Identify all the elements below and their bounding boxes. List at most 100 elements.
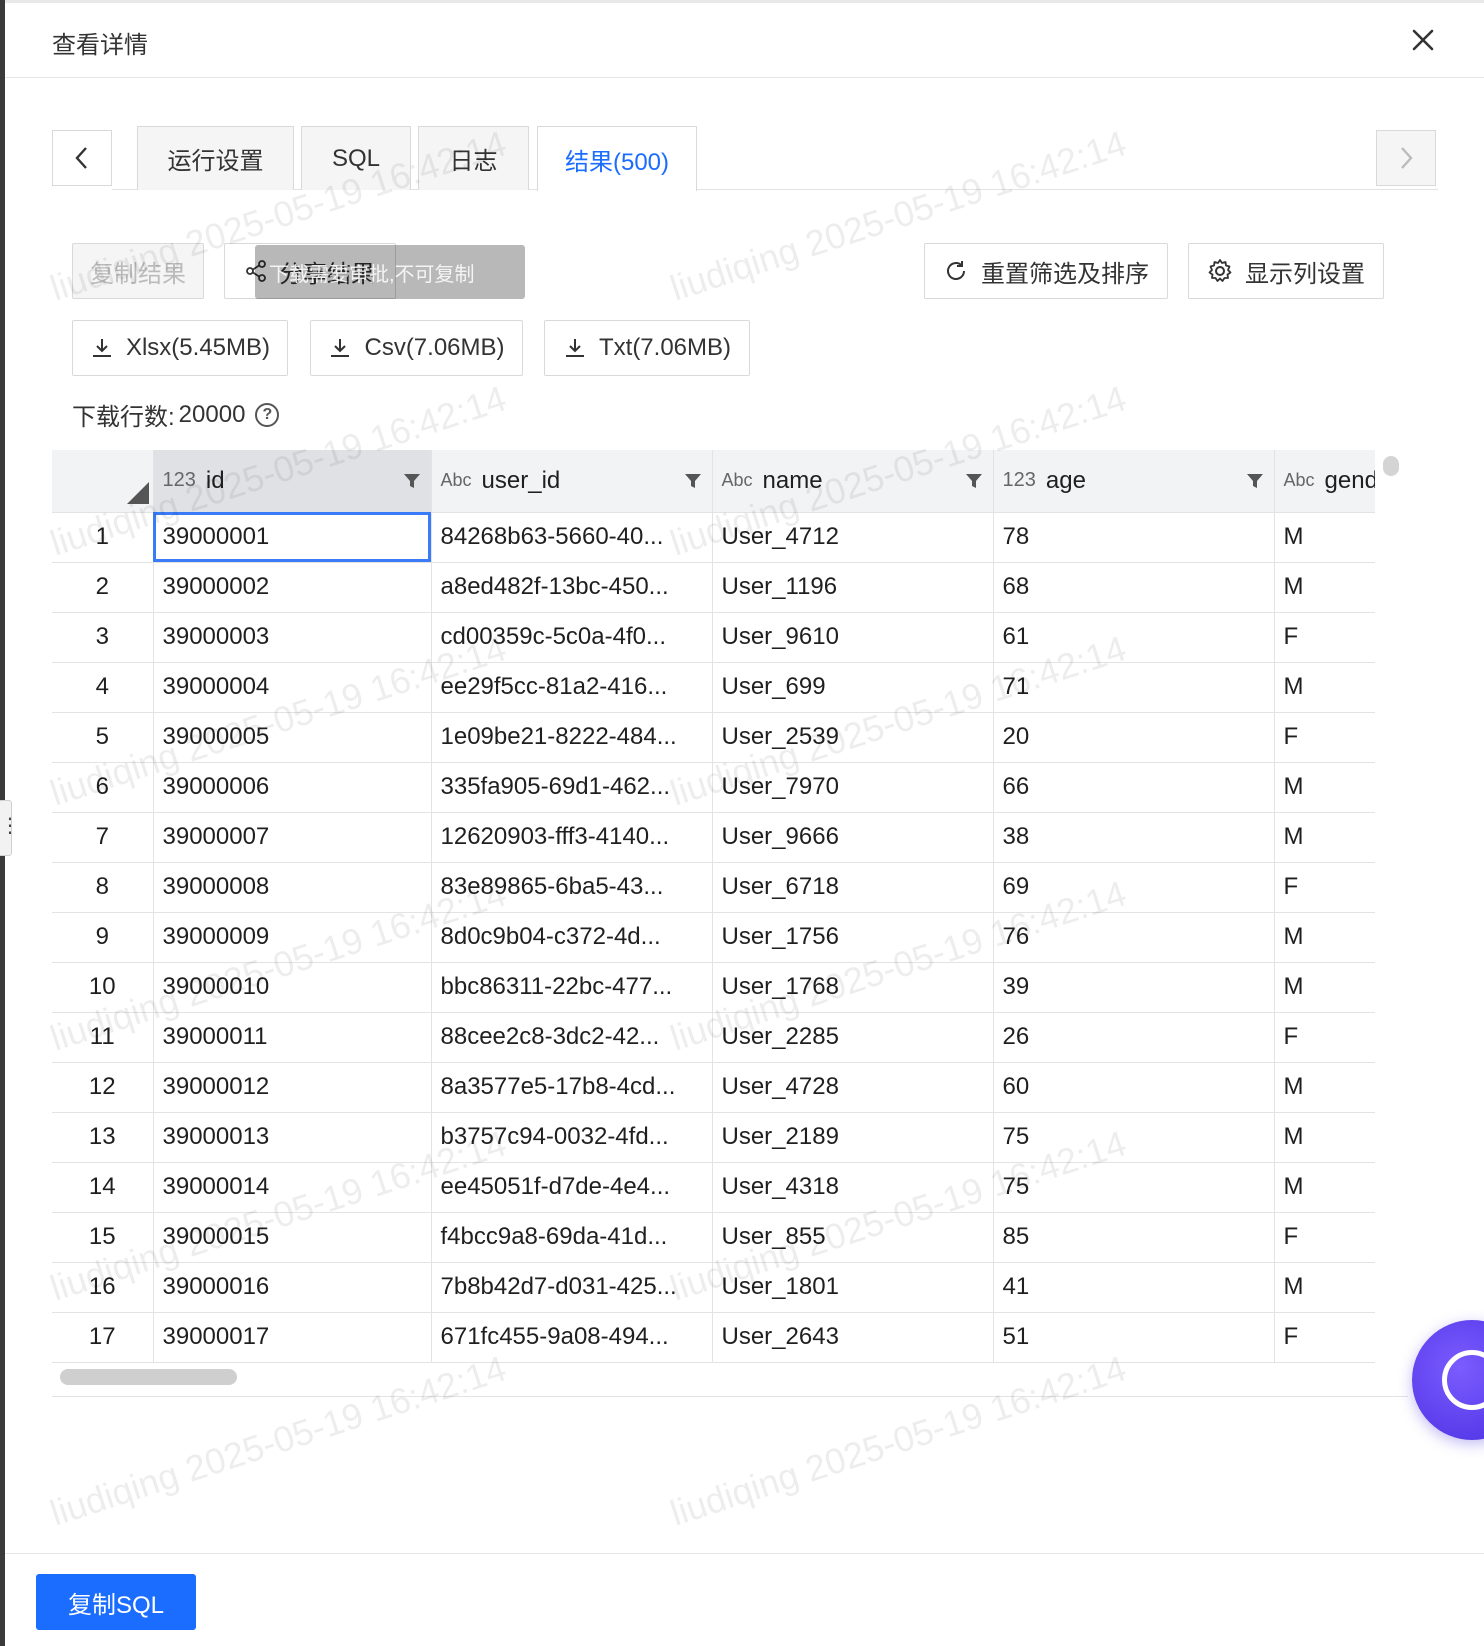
table-cell[interactable]: 39000005 bbox=[153, 712, 432, 763]
table-cell[interactable]: 76 bbox=[993, 912, 1275, 963]
table-cell[interactable]: 39000012 bbox=[153, 1062, 432, 1113]
table-cell[interactable]: User_2539 bbox=[712, 712, 994, 763]
table-row[interactable]: 13 39000013 b3757c94-0032-4fd... User_2189 7… bbox=[52, 1112, 1375, 1163]
table-row[interactable]: 14 39000014 ee45051f-d7de-4e4... User_4318 7… bbox=[52, 1162, 1375, 1213]
table-cell[interactable]: bbc86311-22bc-477... bbox=[431, 962, 713, 1013]
table-cell[interactable]: M bbox=[1274, 1112, 1375, 1163]
filter-icon[interactable] bbox=[683, 471, 703, 491]
table-cell[interactable]: User_9666 bbox=[712, 812, 994, 863]
table-cell[interactable]: 8a3577e5-17b8-4cd... bbox=[431, 1062, 713, 1113]
table-row[interactable]: 8 39000008 83e89865-6ba5-43... User_6718 69 F bbox=[52, 862, 1375, 913]
table-cell[interactable]: 39000014 bbox=[153, 1162, 432, 1213]
table-cell[interactable]: F bbox=[1274, 1312, 1375, 1363]
table-cell[interactable]: 66 bbox=[993, 762, 1275, 813]
table-cell[interactable]: 39000015 bbox=[153, 1212, 432, 1263]
filter-icon[interactable] bbox=[1245, 471, 1265, 491]
table-cell[interactable]: 61 bbox=[993, 612, 1275, 663]
table-cell[interactable]: 75 bbox=[993, 1112, 1275, 1163]
table-cell[interactable]: 39000004 bbox=[153, 662, 432, 713]
table-row[interactable]: 1 39000001 84268b63-5660-40... User_4712 78 M bbox=[52, 512, 1375, 563]
table-cell[interactable]: User_2643 bbox=[712, 1312, 994, 1363]
table-cell[interactable]: 8d0c9b04-c372-4d... bbox=[431, 912, 713, 963]
table-row[interactable]: 5 39000005 1e09be21-8222-484... User_2539 20… bbox=[52, 712, 1375, 763]
table-cell[interactable]: M bbox=[1274, 962, 1375, 1013]
table-cell[interactable]: 12620903-fff3-4140... bbox=[431, 812, 713, 863]
table-cell[interactable]: 38 bbox=[993, 812, 1275, 863]
table-cell[interactable]: 26 bbox=[993, 1012, 1275, 1063]
table-row[interactable]: 12 39000012 8a3577e5-17b8-4cd... User_4728 6… bbox=[52, 1062, 1375, 1113]
table-cell[interactable]: F bbox=[1274, 1012, 1375, 1063]
table-cell[interactable]: 671fc455-9a08-494... bbox=[431, 1312, 713, 1363]
copy-result-button[interactable]: 复制结果 bbox=[72, 243, 204, 299]
table-cell[interactable]: 39000010 bbox=[153, 962, 432, 1013]
table-cell[interactable]: F bbox=[1274, 1212, 1375, 1263]
tab-log[interactable]: 日志 bbox=[418, 126, 529, 190]
table-cell[interactable]: 84268b63-5660-40... bbox=[431, 512, 713, 563]
table-cell[interactable]: 39000016 bbox=[153, 1262, 432, 1313]
table-cell[interactable]: User_6718 bbox=[712, 862, 994, 913]
table-cell[interactable]: 335fa905-69d1-462... bbox=[431, 762, 713, 813]
table-row[interactable]: 7 39000007 12620903-fff3-4140... User_9666 3… bbox=[52, 812, 1375, 863]
table-cell[interactable]: 88cee2c8-3dc2-42... bbox=[431, 1012, 713, 1063]
table-row[interactable]: 6 39000006 335fa905-69d1-462... User_7970 66… bbox=[52, 762, 1375, 813]
filter-icon[interactable] bbox=[402, 471, 422, 491]
table-cell[interactable]: F bbox=[1274, 712, 1375, 763]
table-cell[interactable]: M bbox=[1274, 512, 1375, 563]
download-txt-button[interactable]: Txt(7.06MB) bbox=[544, 320, 750, 376]
table-cell[interactable]: 39000006 bbox=[153, 762, 432, 813]
table-cell[interactable]: 39000013 bbox=[153, 1112, 432, 1163]
table-cell[interactable]: User_855 bbox=[712, 1212, 994, 1263]
table-cell[interactable]: User_4712 bbox=[712, 512, 994, 563]
table-cell[interactable]: M bbox=[1274, 662, 1375, 713]
table-cell[interactable]: User_2189 bbox=[712, 1112, 994, 1163]
table-cell[interactable]: M bbox=[1274, 1162, 1375, 1213]
table-row[interactable]: 9 39000009 8d0c9b04-c372-4d... User_1756 76 M bbox=[52, 912, 1375, 963]
horizontal-scrollbar[interactable] bbox=[60, 1369, 237, 1385]
table-cell[interactable]: User_2285 bbox=[712, 1012, 994, 1063]
table-row[interactable]: 3 39000003 cd00359c-5c0a-4f0... User_9610 61… bbox=[52, 612, 1375, 663]
table-row[interactable]: 17 39000017 671fc455-9a08-494... User_2643 5… bbox=[52, 1312, 1375, 1363]
table-cell[interactable]: f4bcc9a8-69da-41d... bbox=[431, 1212, 713, 1263]
table-row[interactable]: 15 39000015 f4bcc9a8-69da-41d... User_855 85… bbox=[52, 1212, 1375, 1263]
help-icon[interactable]: ? bbox=[255, 402, 280, 427]
table-cell[interactable]: ee29f5cc-81a2-416... bbox=[431, 662, 713, 713]
table-cell[interactable]: 39000001 bbox=[153, 512, 432, 563]
table-cell[interactable]: F bbox=[1274, 612, 1375, 663]
table-cell[interactable]: 39000009 bbox=[153, 912, 432, 963]
table-cell[interactable]: User_1768 bbox=[712, 962, 994, 1013]
table-cell[interactable]: 41 bbox=[993, 1262, 1275, 1313]
table-cell[interactable]: 7b8b42d7-d031-425... bbox=[431, 1262, 713, 1313]
table-cell[interactable]: 85 bbox=[993, 1212, 1275, 1263]
table-cell[interactable]: cd00359c-5c0a-4f0... bbox=[431, 612, 713, 663]
table-cell[interactable]: 75 bbox=[993, 1162, 1275, 1213]
column-settings-button[interactable]: 显示列设置 bbox=[1188, 243, 1384, 299]
table-cell[interactable]: 60 bbox=[993, 1062, 1275, 1113]
tab-sql[interactable]: SQL bbox=[301, 126, 411, 190]
table-row[interactable]: 4 39000004 ee29f5cc-81a2-416... User_699 71 M bbox=[52, 662, 1375, 713]
copy-sql-button[interactable]: 复制SQL bbox=[36, 1574, 196, 1630]
table-cell[interactable]: User_4728 bbox=[712, 1062, 994, 1113]
table-cell[interactable]: 39 bbox=[993, 962, 1275, 1013]
column-header-id[interactable]: 123 id bbox=[153, 450, 432, 513]
column-header-user-id[interactable]: Abc user_id bbox=[431, 450, 713, 513]
table-cell[interactable]: 39000002 bbox=[153, 562, 432, 613]
table-cell[interactable]: 20 bbox=[993, 712, 1275, 763]
filter-icon[interactable] bbox=[964, 471, 984, 491]
table-cell[interactable]: User_1196 bbox=[712, 562, 994, 613]
select-all-corner[interactable] bbox=[52, 450, 154, 513]
table-cell[interactable]: a8ed482f-13bc-450... bbox=[431, 562, 713, 613]
table-row[interactable]: 10 39000010 bbc86311-22bc-477... User_1768 3… bbox=[52, 962, 1375, 1013]
table-cell[interactable]: User_1801 bbox=[712, 1262, 994, 1313]
table-cell[interactable]: User_4318 bbox=[712, 1162, 994, 1213]
table-cell[interactable]: 83e89865-6ba5-43... bbox=[431, 862, 713, 913]
table-cell[interactable]: 78 bbox=[993, 512, 1275, 563]
table-cell[interactable]: 51 bbox=[993, 1312, 1275, 1363]
assistant-float-button[interactable] bbox=[1412, 1320, 1484, 1440]
table-cell[interactable]: 68 bbox=[993, 562, 1275, 613]
table-cell[interactable]: 71 bbox=[993, 662, 1275, 713]
table-cell[interactable]: 39000003 bbox=[153, 612, 432, 663]
tab-run-settings[interactable]: 运行设置 bbox=[137, 126, 294, 190]
tab-prev-button[interactable] bbox=[52, 130, 112, 186]
table-row[interactable]: 2 39000002 a8ed482f-13bc-450... User_1196 68… bbox=[52, 562, 1375, 613]
table-row[interactable]: 11 39000011 88cee2c8-3dc2-42... User_2285 26… bbox=[52, 1012, 1375, 1063]
